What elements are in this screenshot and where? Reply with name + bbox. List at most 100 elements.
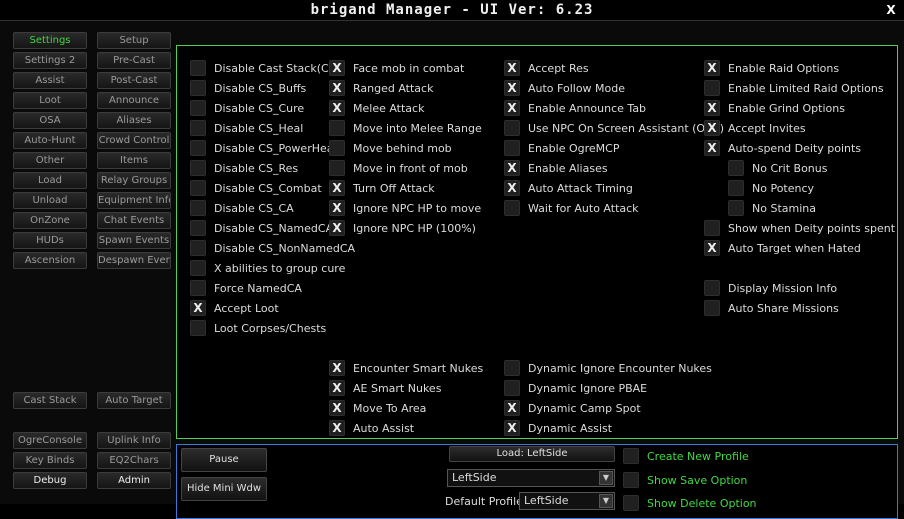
nav-button-debug[interactable]: Debug [13,472,87,489]
option-enable-ogremcp[interactable]: Enable OgreMCP [504,140,619,156]
checkbox[interactable] [728,180,744,196]
nav-button-settings2[interactable]: Settings 2 [13,52,87,69]
show-save-option[interactable]: Show Save Option [623,472,747,488]
option-disable-cs-powerheal[interactable]: Disable CS_PowerHeal [190,140,337,156]
option-display-mission-info[interactable]: Display Mission Info [704,280,837,296]
option-auto-share-missions[interactable]: Auto Share Missions [704,300,839,316]
checkbox[interactable]: X [504,80,520,96]
nav-button-admin[interactable]: Admin [97,472,171,489]
option-accept-res[interactable]: X Accept Res [504,60,589,76]
checkbox[interactable]: X [704,120,720,136]
checkbox[interactable]: X [704,60,720,76]
option-enable-grind-options[interactable]: X Enable Grind Options [704,100,845,116]
nav-button-precast[interactable]: Pre-Cast [97,52,171,69]
checkbox[interactable]: X [704,240,720,256]
nav-button-equipmentinfo[interactable]: Equipment Info [97,192,171,209]
nav-button-aliases[interactable]: Aliases [97,112,171,129]
option-disable-cs-res[interactable]: Disable CS_Res [190,160,298,176]
close-icon[interactable]: X [884,3,898,17]
checkbox[interactable] [190,260,206,276]
option-disable-cs-nonnamedca[interactable]: Disable CS_NonNamedCA [190,240,355,256]
option-disable-cs-cure[interactable]: Disable CS_Cure [190,100,304,116]
checkbox[interactable] [504,140,520,156]
checkbox[interactable]: X [504,100,520,116]
checkbox[interactable] [504,360,520,376]
option-turn-off-attack[interactable]: X Turn Off Attack [329,180,435,196]
checkbox[interactable] [190,220,206,236]
nav-button-chatevents[interactable]: Chat Events [97,212,171,229]
checkbox[interactable] [190,60,206,76]
checkbox[interactable]: X [329,380,345,396]
checkbox[interactable] [329,120,345,136]
option-dynamic-ignore-pbae[interactable]: Dynamic Ignore PBAE [504,380,647,396]
checkbox[interactable]: X [329,100,345,116]
checkbox[interactable]: X [190,300,206,316]
option-disable-cs-heal[interactable]: Disable CS_Heal [190,120,303,136]
nav-button-huds[interactable]: HUDs [13,232,87,249]
show-delete-option[interactable]: Show Delete Option [623,495,757,511]
option-dynamic-ignore-encounter-nukes[interactable]: Dynamic Ignore Encounter Nukes [504,360,712,376]
checkbox[interactable] [329,160,345,176]
checkbox[interactable]: X [329,80,345,96]
checkbox[interactable] [329,140,345,156]
nav-button-ascension[interactable]: Ascension [13,252,87,269]
hide-mini-window-button[interactable]: Hide Mini Wdw [181,477,267,501]
nav-button-crowdcontrol[interactable]: Crowd Control [97,132,171,149]
option-auto-target-when-hated[interactable]: X Auto Target when Hated [704,240,861,256]
checkbox[interactable]: X [504,420,520,436]
checkbox[interactable] [704,220,720,236]
nav-button-load[interactable]: Load [13,172,87,189]
option-auto-assist[interactable]: X Auto Assist [329,420,414,436]
option-encounter-smart-nukes[interactable]: X Encounter Smart Nukes [329,360,483,376]
checkbox[interactable]: X [329,360,345,376]
nav-button-announce[interactable]: Announce [97,92,171,109]
option-x-abilities-to-group-cure[interactable]: X abilities to group cure [190,260,345,276]
checkbox[interactable]: X [504,400,520,416]
nav-button-other[interactable]: Other [13,152,87,169]
option-disable-cs-combat[interactable]: Disable CS_Combat [190,180,322,196]
checkbox[interactable] [704,300,720,316]
option-auto-spend-deity-points[interactable]: X Auto-spend Deity points [704,140,861,156]
option-ae-smart-nukes[interactable]: X AE Smart Nukes [329,380,441,396]
checkbox[interactable]: X [329,180,345,196]
checkbox[interactable] [623,448,639,464]
checkbox[interactable] [190,100,206,116]
option-move-in-front-of-mob[interactable]: Move in front of mob [329,160,468,176]
option-move-into-melee-range[interactable]: Move into Melee Range [329,120,482,136]
checkbox[interactable] [623,495,639,511]
checkbox[interactable] [728,200,744,216]
checkbox[interactable] [190,140,206,156]
nav-button-loot[interactable]: Loot [13,92,87,109]
nav-button-ogreconsole[interactable]: OgreConsole [13,432,87,449]
checkbox[interactable] [190,200,206,216]
title-bar[interactable]: brigand Manager - UI Ver: 6.23 X [0,0,904,20]
nav-button-autohunt[interactable]: Auto-Hunt [13,132,87,149]
nav-button-osa[interactable]: OSA [13,112,87,129]
checkbox[interactable] [190,180,206,196]
checkbox[interactable]: X [329,220,345,236]
nav-button-postcast[interactable]: Post-Cast [97,72,171,89]
checkbox[interactable] [728,160,744,176]
chevron-down-icon[interactable]: ▼ [599,471,613,485]
nav-button-spawnevents[interactable]: Spawn Events [97,232,171,249]
option-wait-for-auto-attack[interactable]: Wait for Auto Attack [504,200,639,216]
option-disable-cast-stack-cs[interactable]: Disable Cast Stack(CS) [190,60,340,76]
nav-button-caststack[interactable]: Cast Stack [13,392,87,409]
option-enable-aliases[interactable]: X Enable Aliases [504,160,608,176]
nav-button-assist[interactable]: Assist [13,72,87,89]
option-use-npc-on-screen-assistant-osa[interactable]: Use NPC On Screen Assistant (OSA) [504,120,724,136]
nav-button-setup[interactable]: Setup [97,32,171,49]
checkbox[interactable] [190,120,206,136]
create-new-profile-option[interactable]: Create New Profile [623,448,749,464]
option-no-stamina[interactable]: No Stamina [728,200,816,216]
checkbox[interactable]: X [329,420,345,436]
option-melee-attack[interactable]: X Melee Attack [329,100,424,116]
option-ranged-attack[interactable]: X Ranged Attack [329,80,433,96]
nav-button-settings[interactable]: Settings [13,32,87,49]
checkbox[interactable]: X [704,140,720,156]
option-show-when-deity-points-spent[interactable]: Show when Deity points spent [704,220,895,236]
load-profile-button[interactable]: Load: LeftSide [449,446,615,462]
checkbox[interactable] [190,240,206,256]
checkbox[interactable]: X [329,60,345,76]
option-dynamic-camp-spot[interactable]: X Dynamic Camp Spot [504,400,641,416]
